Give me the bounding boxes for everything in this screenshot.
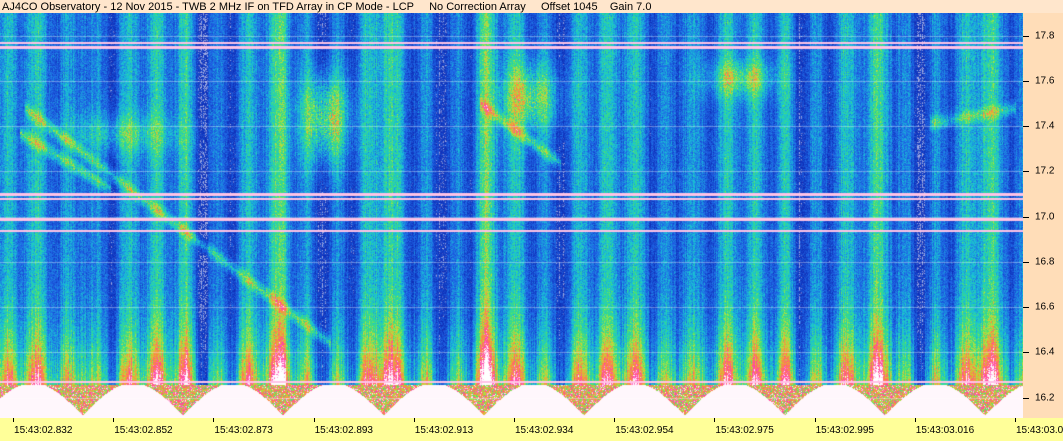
y-tick [1023, 261, 1029, 263]
x-tick [1014, 418, 1016, 422]
y-tick-label: 16.6 [1035, 301, 1055, 313]
y-tick [1023, 216, 1029, 218]
x-tick-label: 15:43:02.934 [515, 425, 574, 436]
chart-title: AJ4CO Observatory - 12 Nov 2015 - TWB 2 … [2, 1, 652, 13]
x-tick-label: 15:43:02.954 [615, 425, 674, 436]
y-axis-frequency: 17.8 17.6 17.4 17.2 17.0 16.8 16.6 16.4 16.2 [1023, 13, 1063, 418]
x-tick [213, 418, 215, 422]
y-tick-label: 16.8 [1035, 256, 1055, 268]
y-tick [1023, 126, 1029, 128]
x-tick-label: 15:43:02.995 [815, 425, 874, 436]
y-tick [1023, 307, 1029, 309]
y-tick [1023, 397, 1029, 399]
x-tick [714, 418, 716, 422]
y-tick-label: 16.4 [1035, 346, 1055, 358]
x-tick [814, 418, 816, 422]
y-tick-label: 17.4 [1035, 120, 1055, 132]
spectrogram-window: AJ4CO Observatory - 12 Nov 2015 - TWB 2 … [0, 0, 1063, 441]
y-tick-label: 17.0 [1035, 211, 1055, 223]
x-tick-label: 15:43:02.975 [715, 425, 774, 436]
x-tick-label: 15:43:02.852 [114, 425, 173, 436]
y-tick [1023, 35, 1029, 37]
spectrogram-plot [0, 13, 1023, 418]
x-tick-label: 15:43:03.016 [915, 425, 975, 436]
x-tick [413, 418, 415, 422]
x-tick [13, 418, 15, 422]
y-tick [1023, 171, 1029, 173]
x-tick [914, 418, 916, 422]
y-tick-label: 16.2 [1035, 392, 1055, 404]
x-axis-time: 15:43:02.832 15:43:02.852 15:43:02.873 15:4… [0, 418, 1063, 441]
x-tick [614, 418, 616, 422]
x-tick-label: 15:43:02.913 [414, 425, 474, 436]
x-tick [113, 418, 115, 422]
x-tick [313, 418, 315, 422]
x-tick-label: 15:43:03.036 [1015, 425, 1063, 436]
x-tick-label: 15:43:02.893 [314, 425, 373, 436]
spectrogram-heatmap [0, 13, 1023, 418]
y-tick-label: 17.2 [1035, 165, 1055, 177]
x-tick-label: 15:43:02.832 [14, 425, 73, 436]
y-tick-label: 17.8 [1035, 30, 1055, 42]
y-tick [1023, 352, 1029, 354]
y-tick-label: 17.6 [1035, 75, 1055, 87]
y-tick [1023, 80, 1029, 82]
x-tick-label: 15:43:02.873 [214, 425, 273, 436]
x-tick [514, 418, 515, 422]
